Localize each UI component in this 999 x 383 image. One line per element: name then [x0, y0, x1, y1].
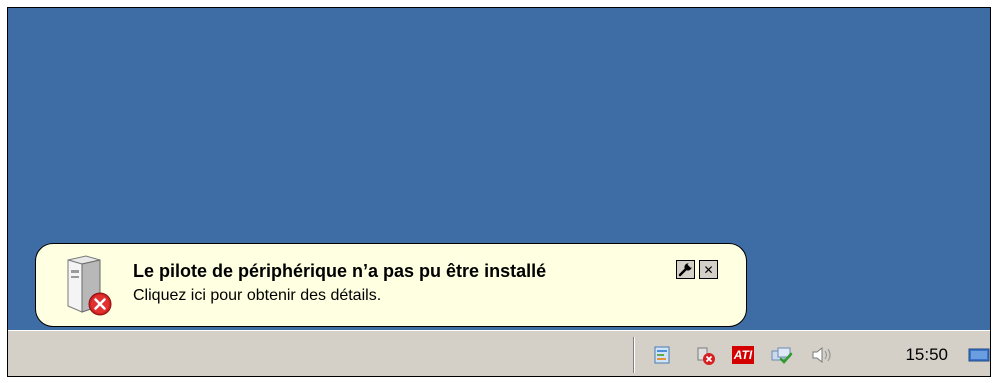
- settings-button[interactable]: [676, 260, 695, 279]
- drive-error-icon: [67, 255, 112, 316]
- device-error-icon[interactable]: [696, 345, 716, 365]
- screen: Le pilote de périphérique n’a pas pu êtr…: [7, 7, 991, 377]
- notification-balloon[interactable]: Le pilote de périphérique n’a pas pu êtr…: [35, 243, 747, 327]
- system-tray: ATI 15:50: [633, 337, 990, 373]
- close-icon: ✕: [703, 262, 714, 277]
- clock[interactable]: 15:50: [905, 345, 948, 365]
- ati-catalyst-icon[interactable]: ATI: [732, 346, 754, 364]
- network-check-icon[interactable]: [770, 345, 794, 365]
- network-connections-icon[interactable]: [652, 345, 672, 365]
- desktop-icon[interactable]: [968, 345, 990, 365]
- wrench-icon: [678, 262, 693, 277]
- close-button[interactable]: ✕: [699, 260, 718, 279]
- volume-icon[interactable]: [810, 345, 834, 365]
- notification-message[interactable]: Cliquez ici pour obtenir des détails.: [133, 287, 381, 305]
- notification-title: Le pilote de périphérique n’a pas pu êtr…: [133, 261, 547, 281]
- taskbar: ATI 15:50: [8, 330, 990, 376]
- ati-label: ATI: [733, 348, 753, 362]
